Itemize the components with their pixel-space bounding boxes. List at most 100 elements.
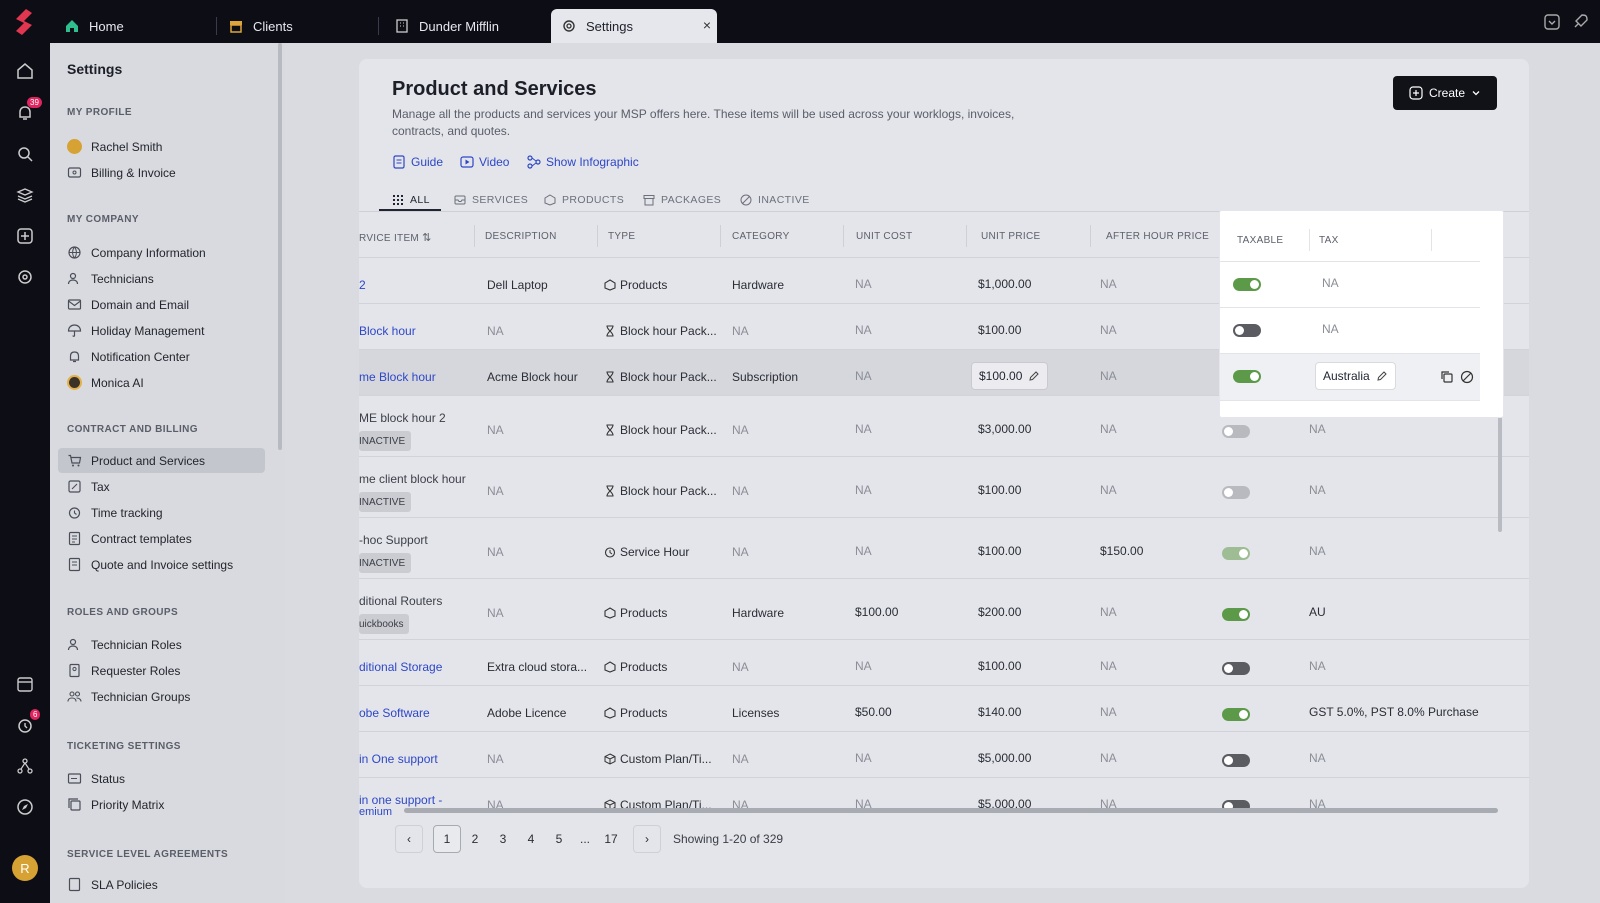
sidebar-item-contract-templates[interactable]: Contract templates: [58, 526, 265, 551]
sidebar-item-billing-invoice[interactable]: Billing & Invoice: [58, 160, 265, 185]
column-divider[interactable]: [1090, 225, 1091, 247]
page-3-button[interactable]: 3: [489, 825, 517, 853]
filter-tab-inactive[interactable]: INACTIVE: [740, 188, 810, 212]
service-item-name[interactable]: 2: [359, 278, 366, 292]
column-divider[interactable]: [843, 225, 844, 247]
tab-dunder-mifflin[interactable]: Dunder Mifflin: [384, 9, 499, 43]
column-divider[interactable]: [597, 225, 598, 247]
service-item-name[interactable]: ditional Routers: [359, 594, 442, 608]
page-4-button[interactable]: 4: [517, 825, 545, 853]
service-item-name[interactable]: -hoc Support: [359, 533, 428, 547]
calendar-icon[interactable]: [15, 674, 35, 694]
page-17-button[interactable]: 17: [597, 825, 625, 853]
guide-link[interactable]: Guide: [392, 155, 443, 169]
service-item-name-wrap[interactable]: emium: [359, 806, 392, 818]
header-unit-cost[interactable]: UNIT COST: [856, 231, 912, 242]
taxable-toggle[interactable]: [1222, 608, 1250, 621]
tab-home[interactable]: Home: [54, 9, 124, 43]
workflow-icon[interactable]: [15, 756, 35, 776]
search-icon[interactable]: [15, 144, 35, 164]
taxable-toggle[interactable]: [1222, 486, 1250, 499]
service-item-name[interactable]: me client block hour: [359, 472, 466, 486]
header-type[interactable]: TYPE: [608, 231, 635, 242]
sidebar-item-technician-groups[interactable]: Technician Groups: [58, 684, 265, 709]
taxable-toggle[interactable]: [1222, 547, 1250, 560]
sidebar-item-product-services[interactable]: Product and Services: [58, 448, 265, 473]
sidebar-item-time-tracking[interactable]: Time tracking: [58, 500, 265, 525]
add-square-icon[interactable]: [15, 226, 35, 246]
filter-tab-products[interactable]: PRODUCTS: [544, 188, 624, 212]
pencil-icon[interactable]: [1376, 370, 1388, 382]
header-taxable[interactable]: TAXABLE: [1237, 235, 1283, 246]
taxable-toggle[interactable]: [1222, 425, 1250, 438]
header-category[interactable]: CATEGORY: [732, 231, 790, 242]
home-icon[interactable]: [15, 61, 35, 81]
taxable-toggle[interactable]: [1233, 324, 1261, 337]
video-link[interactable]: Video: [460, 155, 509, 169]
column-divider[interactable]: [1309, 229, 1310, 251]
sidebar-item-notification-center[interactable]: Notification Center: [58, 344, 265, 369]
header-service-item[interactable]: RVICE ITEM ⇅: [359, 231, 432, 244]
rocket-icon[interactable]: [1570, 12, 1590, 32]
page-5-button[interactable]: 5: [545, 825, 573, 853]
infographic-link[interactable]: Show Infographic: [527, 155, 639, 169]
sidebar-item-priority-matrix[interactable]: Priority Matrix: [58, 792, 265, 817]
sidebar-item-tax[interactable]: Tax: [58, 474, 265, 499]
close-tab-icon[interactable]: ×: [703, 17, 711, 33]
header-description[interactable]: DESCRIPTION: [485, 231, 557, 242]
create-button[interactable]: Create: [1393, 76, 1497, 110]
service-item-name[interactable]: in One support: [359, 752, 438, 766]
sidebar-item-requester-roles[interactable]: Requester Roles: [58, 658, 265, 683]
service-item-name[interactable]: ME block hour 2: [359, 411, 446, 425]
filter-tab-services[interactable]: SERVICES: [454, 188, 528, 212]
sidebar-item-quote-invoice-settings[interactable]: Quote and Invoice settings: [58, 552, 265, 577]
service-item-name[interactable]: ditional Storage: [359, 660, 442, 674]
page-1-button[interactable]: 1: [433, 825, 461, 853]
pencil-icon[interactable]: [1028, 370, 1040, 382]
header-unit-price[interactable]: UNIT PRICE: [981, 231, 1041, 242]
taxable-toggle[interactable]: [1233, 278, 1261, 291]
sidebar-item-monica-ai[interactable]: Monica AI: [58, 370, 265, 395]
sidebar-item-technicians[interactable]: Technicians: [58, 266, 265, 291]
taxable-toggle[interactable]: [1222, 662, 1250, 675]
unit-price-edit-field[interactable]: $100.00: [971, 362, 1049, 390]
service-item-name[interactable]: Block hour: [359, 324, 416, 338]
horizontal-scrollbar[interactable]: [404, 808, 1498, 813]
avatar[interactable]: R: [12, 855, 38, 881]
column-divider[interactable]: [966, 225, 967, 247]
service-item-name[interactable]: me Block hour: [359, 370, 436, 384]
header-after-hour-price[interactable]: AFTER HOUR PRICE: [1106, 231, 1209, 242]
service-item-name[interactable]: obe Software: [359, 706, 430, 720]
filter-tab-packages[interactable]: PACKAGES: [643, 188, 721, 212]
sidebar-item-profile[interactable]: Rachel Smith: [58, 134, 265, 159]
tab-clients[interactable]: Clients: [218, 9, 293, 43]
page-2-button[interactable]: 2: [461, 825, 489, 853]
next-page-button[interactable]: ›: [633, 825, 661, 853]
app-logo-icon[interactable]: [8, 6, 40, 38]
sidebar-item-domain-email[interactable]: Domain and Email: [58, 292, 265, 317]
sidebar-scrollbar[interactable]: [278, 43, 282, 450]
sidebar-item-sla-policies[interactable]: SLA Policies: [58, 872, 265, 897]
sidebar-item-holiday-management[interactable]: Holiday Management: [58, 318, 265, 343]
prev-page-button[interactable]: ‹: [395, 825, 423, 853]
column-divider[interactable]: [720, 225, 721, 247]
service-item-name[interactable]: in one support -: [359, 793, 442, 807]
sidebar-item-status[interactable]: Status: [58, 766, 265, 791]
duplicate-icon[interactable]: [1440, 370, 1454, 384]
sidebar-item-company-information[interactable]: Company Information: [58, 240, 265, 265]
header-tax[interactable]: TAX: [1319, 235, 1339, 246]
column-divider[interactable]: [474, 225, 475, 247]
column-divider[interactable]: [1431, 229, 1432, 251]
sort-icon[interactable]: ⇅: [422, 232, 432, 244]
taxable-toggle[interactable]: [1222, 754, 1250, 767]
sidebar-item-technician-roles[interactable]: Technician Roles: [58, 632, 265, 657]
tax-edit-field[interactable]: Australia: [1315, 362, 1396, 390]
compass-icon[interactable]: [15, 797, 35, 817]
taxable-toggle[interactable]: [1222, 708, 1250, 721]
chevron-down-box-icon[interactable]: [1542, 12, 1562, 32]
tab-settings[interactable]: Settings ×: [551, 9, 717, 43]
layers-icon[interactable]: [15, 185, 35, 205]
taxable-toggle[interactable]: [1233, 370, 1261, 383]
deactivate-icon[interactable]: [1460, 370, 1474, 384]
gear-icon[interactable]: [15, 267, 35, 287]
